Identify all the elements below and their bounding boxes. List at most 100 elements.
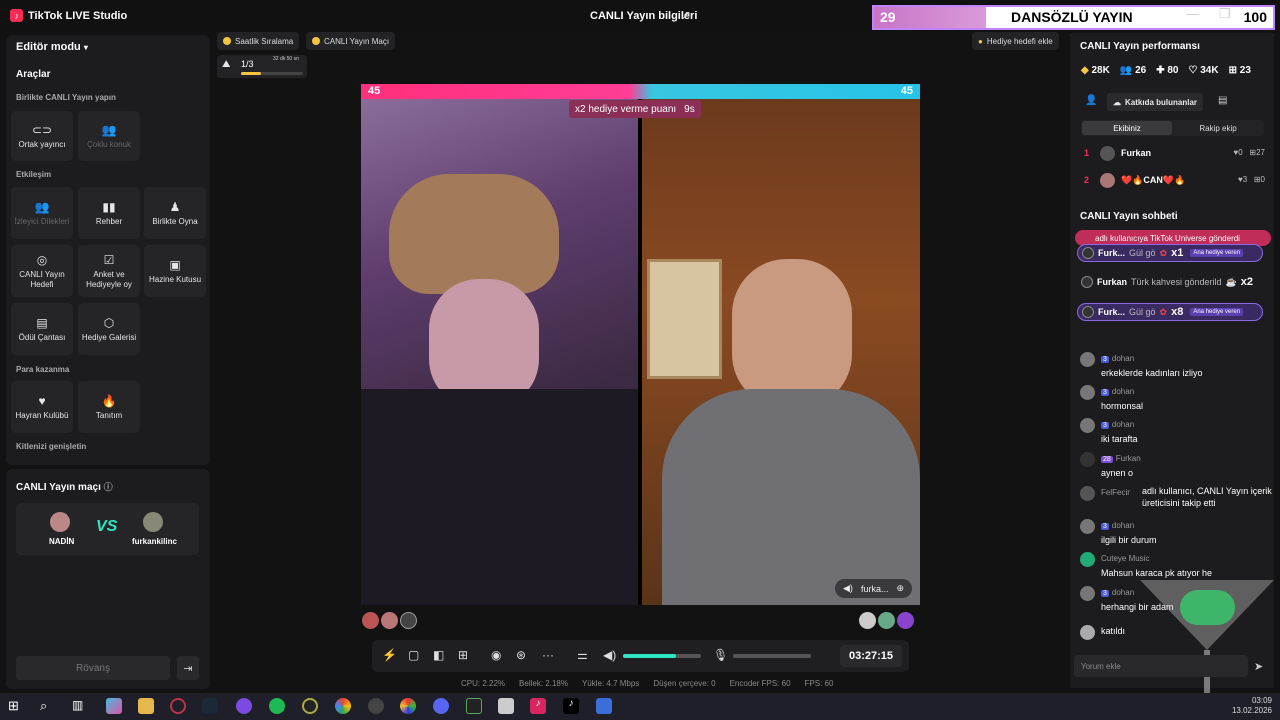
guest-name-pill[interactable]: ◀) furka... ⊕ <box>835 579 912 598</box>
tab-your-team[interactable]: Ekibiniz <box>1082 121 1172 135</box>
discord-icon[interactable] <box>433 698 449 714</box>
tiktok-icon[interactable]: ♪ <box>563 698 579 714</box>
effects-icon[interactable]: ⊛ <box>516 648 526 662</box>
video-preview[interactable]: 45 45 x2 hediye verme puanı 9s ◀) furka...… <box>361 84 920 605</box>
coin-icon <box>223 37 231 45</box>
guest-face <box>732 259 852 409</box>
comment-input[interactable]: Yorum ekle <box>1074 655 1248 677</box>
section-coop: Birlikte CANLI Yayın yapın <box>16 93 116 102</box>
tiktok-studio-icon[interactable]: ♪ <box>530 698 546 714</box>
app-icon[interactable] <box>368 698 384 714</box>
settings-sliders-icon[interactable]: ⚌ <box>577 648 588 662</box>
screen-icon[interactable]: ▢ <box>408 648 419 662</box>
progress-track <box>241 72 303 75</box>
live-timer: 03:27:15 <box>840 645 902 667</box>
avatar <box>1080 385 1095 400</box>
app-icon[interactable] <box>498 698 514 714</box>
app-icon[interactable] <box>400 698 416 714</box>
more-icon[interactable]: ··· <box>542 648 554 662</box>
add-icon: ⊕ <box>896 583 904 593</box>
progress-time: 32 dk 50 sn <box>273 56 299 62</box>
mic-slider[interactable] <box>733 654 811 658</box>
gift-icon: ⊞ <box>1253 175 1261 184</box>
contributors-button[interactable]: ☁ Katkıda bulunanlar <box>1107 93 1204 111</box>
viewer-avatars-left <box>362 612 417 629</box>
avatar <box>1082 247 1094 259</box>
volume-slider[interactable] <box>623 654 701 658</box>
progress-card: ⛰ 1/3 32 dk 50 sn <box>217 55 307 78</box>
clock[interactable]: 03:09 13.02.2026 <box>1232 696 1272 715</box>
play-together-tool[interactable]: ♟ Birlikte Oyna <box>144 187 206 239</box>
player1-name: NADİN <box>49 537 75 546</box>
poll-tool[interactable]: ☑ Anket ve Hediyeyle oy <box>78 245 140 297</box>
guest-shirt <box>662 389 920 605</box>
task-view-icon[interactable]: ▥ <box>72 698 88 714</box>
report-icon[interactable]: ▤ <box>1218 95 1227 106</box>
volume-icon[interactable]: ◀) <box>603 648 616 662</box>
multi-guest-tool[interactable]: 👥 Çoklu konuk <box>78 111 140 161</box>
progress-fill <box>241 72 262 75</box>
reward-bag-tool[interactable]: ▤ Ödül Çantası <box>11 303 73 355</box>
app-icon[interactable] <box>236 698 252 714</box>
live-goal-tool[interactable]: ◎ CANLI Yayın Hedefi <box>11 245 73 297</box>
editor-mode-dropdown[interactable]: Editör modu ▾ <box>16 41 88 53</box>
layout-icon[interactable]: ⊞ <box>458 648 468 662</box>
progress-icon: ⛰ <box>222 59 231 70</box>
rematch-button[interactable]: Rövanş <box>16 656 170 680</box>
chrome-icon[interactable] <box>335 698 351 714</box>
tab-rival-team[interactable]: Rakip ekip <box>1173 121 1263 135</box>
score-left: 45 <box>368 85 381 97</box>
help-icon: ⓘ <box>103 482 113 492</box>
exit-icon[interactable]: ⇥ <box>177 656 199 680</box>
mic-icon[interactable]: 🎙 <box>713 648 728 662</box>
add-user-icon[interactable]: 👤 <box>1085 95 1097 106</box>
rank-row[interactable]: 2 ❤️🔥CAN❤️🔥 ♥3 ⊞0 <box>1081 172 1267 190</box>
minimize-icon[interactable]: — <box>1186 6 1199 21</box>
app-icon[interactable] <box>596 698 612 714</box>
folder-icon[interactable] <box>138 698 154 714</box>
app-icon[interactable] <box>302 698 318 714</box>
live-match-chip[interactable]: CANLI Yayın Maçı <box>306 32 396 50</box>
share-icon[interactable]: ↗ <box>681 8 691 22</box>
magic-icon[interactable]: ⚡ <box>382 648 397 662</box>
match-title: CANLI Yayın maçı ⓘ <box>16 482 113 493</box>
camera-icon[interactable]: ◧ <box>433 648 444 662</box>
avatar <box>1081 276 1093 288</box>
promote-tool[interactable]: 🔥 Tanıtım <box>78 381 140 433</box>
record-icon[interactable]: ◉ <box>491 648 501 662</box>
avatar <box>1080 519 1095 534</box>
steam-icon[interactable] <box>202 698 218 714</box>
system-stats: CPU: 2.22% Bellek: 2.18% Yükle: 4.7 Mbps Dü… <box>461 679 834 688</box>
rose-icon: ✿ <box>1159 306 1168 317</box>
spotify-icon[interactable] <box>269 698 285 714</box>
cohost-tool[interactable]: ⊂⊃ Ortak yayıncı <box>11 111 73 161</box>
hourly-ranking-chip[interactable]: Saatlik Sıralama <box>217 32 300 50</box>
guide-tool[interactable]: ▮▮ Rehber <box>78 187 140 239</box>
opera-icon[interactable] <box>170 698 186 714</box>
diamond-icon: ◆ <box>1081 65 1089 76</box>
rank-row[interactable]: 1 Furkan ♥0 ⊞27 <box>1081 145 1267 163</box>
avatar <box>1080 486 1095 501</box>
treasure-box-tool[interactable]: ▣ Hazine Kutusu <box>144 245 206 297</box>
restore-icon[interactable]: ❐ <box>1219 6 1231 22</box>
gift-goal-chip[interactable]: ● Hediye hedefi ekle <box>972 32 1059 50</box>
fan-club-tool[interactable]: ♥ Hayran Kulübü <box>11 381 73 433</box>
gift-row: Furkan Türk kahvesi gönderild ☕ x2 <box>1077 273 1263 291</box>
app-icon[interactable] <box>466 698 482 714</box>
avatar <box>1100 173 1115 188</box>
heart-icon: ♡ <box>1188 65 1198 76</box>
match-card[interactable]: NADİN VS furkankilinc <box>16 503 199 555</box>
copilot-icon[interactable] <box>106 698 122 714</box>
section-interaction: Etkileşim <box>16 170 52 179</box>
gift-gallery-tool[interactable]: ⬡ Hediye Galerisi <box>78 303 140 355</box>
avatar <box>1080 452 1095 467</box>
windows-start-icon[interactable]: ⊞ <box>8 698 24 714</box>
avatar <box>1100 146 1115 161</box>
viewer-requests-tool[interactable]: 👥 İzleyici Dilekleri <box>11 187 73 239</box>
performance-title: CANLI Yayın performansı <box>1080 41 1200 52</box>
bag-icon: ▤ <box>36 315 48 330</box>
send-icon[interactable]: ➤ <box>1254 660 1263 673</box>
contrib-icon: ☁ <box>1113 97 1121 107</box>
host-video <box>361 99 638 605</box>
search-icon[interactable]: ⌕ <box>40 698 56 714</box>
